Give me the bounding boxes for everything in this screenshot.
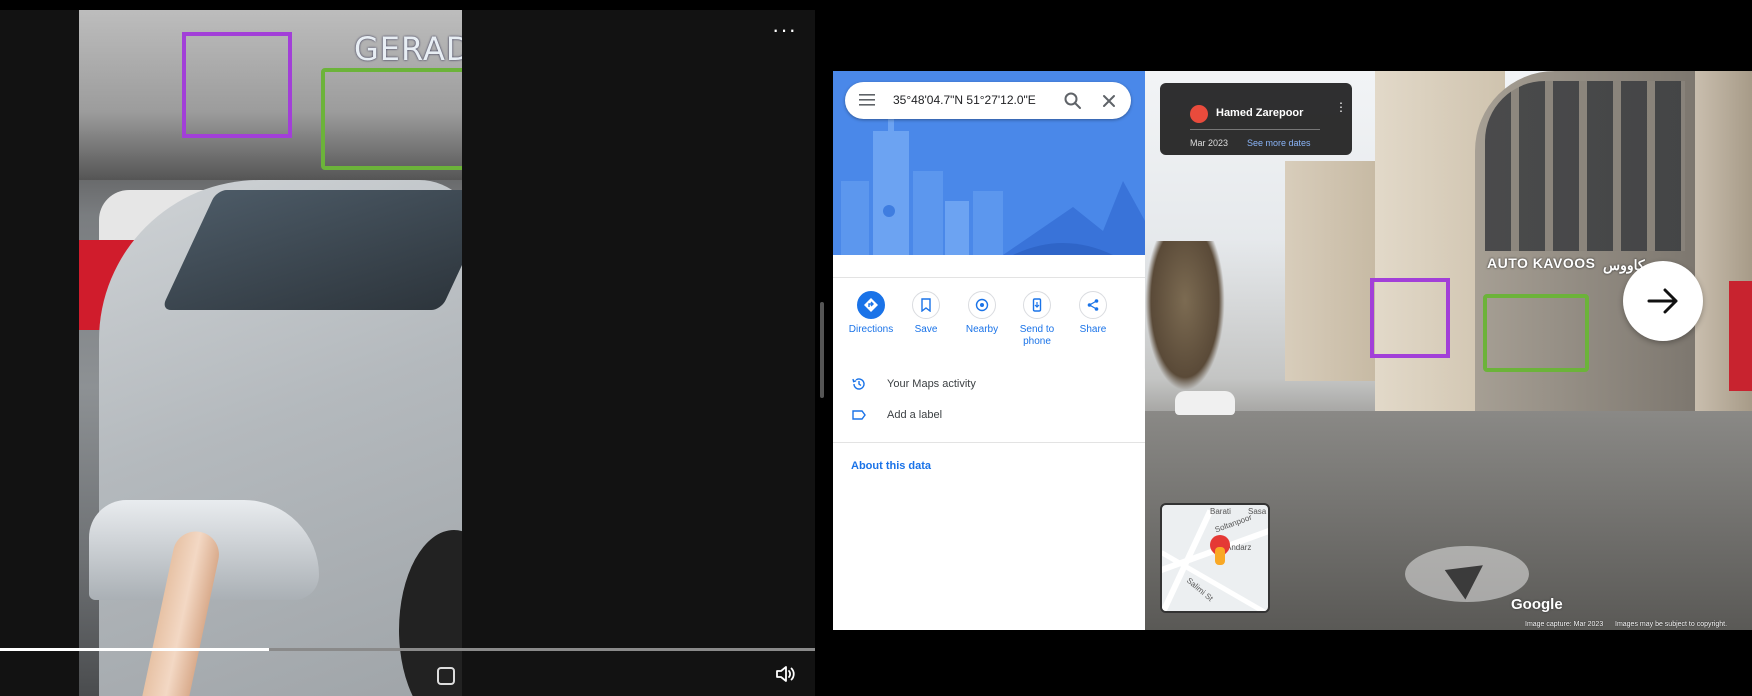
save-button[interactable]: Save <box>896 291 956 336</box>
search-box[interactable]: 35°48'04.7"N 51°27'12.0"E <box>845 82 1131 119</box>
search-icon[interactable] <box>1063 91 1083 111</box>
more-options-icon[interactable]: ⋮ <box>1335 101 1347 113</box>
video-player[interactable]: GERAD ··· <box>0 10 815 696</box>
arrow-icon <box>1444 550 1494 600</box>
sv-windows <box>1485 81 1685 251</box>
send-to-phone-label: Send to phone <box>1019 324 1055 347</box>
highlight-box-purple <box>1370 278 1450 358</box>
your-maps-activity-label: Your Maps activity <box>887 378 976 390</box>
author-name[interactable]: Hamed Zarepoor <box>1216 107 1303 119</box>
sv-building <box>1285 161 1375 381</box>
sv-tree <box>1145 241 1225 391</box>
video-progress-fill <box>0 648 269 651</box>
sv-parked-car <box>1175 391 1235 415</box>
highlight-box-purple <box>182 32 292 138</box>
map-label: Sasa <box>1248 507 1267 516</box>
nearby-button[interactable]: Nearby <box>952 291 1012 336</box>
label-icon <box>852 410 866 420</box>
bookmark-icon <box>912 291 940 319</box>
video-progress-bar[interactable] <box>0 648 815 651</box>
skyline-illustration <box>833 111 1145 255</box>
pegman-icon <box>1215 547 1225 565</box>
navigation-arrow[interactable] <box>1405 546 1529 602</box>
your-maps-activity-item[interactable]: Your Maps activity <box>833 369 1145 399</box>
screen: GERAD ··· 35°48'04.7"N 51°27'12.0"E Dire… <box>0 0 1752 696</box>
nearby-icon <box>968 291 996 319</box>
arrow-right-icon <box>1647 288 1678 314</box>
directions-icon <box>857 291 885 319</box>
action-buttons: Directions Save Nearby Send to phone Sha… <box>841 291 1141 361</box>
history-icon <box>852 378 865 390</box>
send-to-phone-icon <box>1023 291 1051 319</box>
highlight-box-green <box>321 68 462 170</box>
directions-button[interactable]: Directions <box>841 291 901 336</box>
capture-date: Mar 2023 <box>1190 138 1229 148</box>
street-view[interactable]: AUTO KAVOOS کاووس Hamed Zarepoor ⋮ Mar 2… <box>1145 71 1752 630</box>
more-options-icon[interactable]: ··· <box>772 19 797 41</box>
share-label: Share <box>1079 324 1107 335</box>
directions-label: Directions <box>848 324 894 335</box>
highlight-box-green <box>1483 294 1589 372</box>
volume-icon[interactable] <box>773 662 797 686</box>
divider <box>833 442 1145 443</box>
photo-info-card: Hamed Zarepoor ⋮ Mar 2023 See more dates <box>1160 83 1352 155</box>
about-this-data-link[interactable]: About this data <box>851 460 931 472</box>
fullscreen-icon[interactable] <box>437 667 455 685</box>
image-capture-text: Image capture: Mar 2023 <box>1525 621 1604 628</box>
mini-map[interactable]: Andarz Salimi St Barati Soltanpoor Sasa <box>1160 503 1270 613</box>
divider <box>833 277 1145 278</box>
search-input[interactable]: 35°48'04.7"N 51°27'12.0"E <box>893 93 1036 107</box>
sv-red-sign <box>1729 281 1752 391</box>
share-button[interactable]: Share <box>1063 291 1123 336</box>
menu-icon[interactable] <box>859 93 875 107</box>
copyright-text: Images may be subject to copyright. <box>1615 621 1728 628</box>
map-label: Barati <box>1210 507 1231 516</box>
page-scrollbar[interactable] <box>820 302 824 398</box>
close-icon[interactable] <box>1100 92 1118 110</box>
nearby-label: Nearby <box>965 324 999 335</box>
see-more-dates-link[interactable]: See more dates <box>1247 138 1311 148</box>
share-icon <box>1079 291 1107 319</box>
sv-shop-sign: AUTO KAVOOS <box>1487 255 1596 271</box>
place-hero-illustration: 35°48'04.7"N 51°27'12.0"E <box>833 71 1145 255</box>
video-frame: GERAD <box>79 10 462 696</box>
google-logo: Google <box>1511 596 1563 613</box>
video-shop-sign: GERAD <box>354 30 462 68</box>
side-panel: 35°48'04.7"N 51°27'12.0"E Directions Sav… <box>833 71 1145 630</box>
send-to-phone-button[interactable]: Send to phone <box>1007 291 1067 348</box>
avatar <box>1190 105 1208 123</box>
divider <box>1190 129 1320 130</box>
next-button[interactable] <box>1623 261 1703 341</box>
google-maps-window: 35°48'04.7"N 51°27'12.0"E Directions Sav… <box>833 71 1752 630</box>
add-label-label: Add a label <box>887 409 943 421</box>
save-label: Save <box>914 324 938 335</box>
add-label-item[interactable]: Add a label <box>833 400 1145 430</box>
